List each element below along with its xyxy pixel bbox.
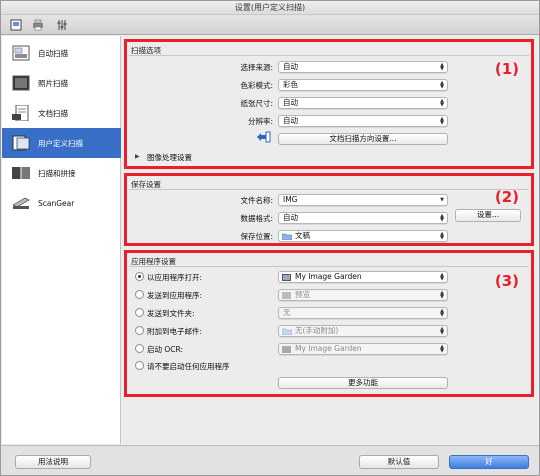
window-title: 设置(用户定义扫描) — [1, 1, 539, 15]
sidebar-item-label: 文档扫描 — [38, 108, 68, 118]
printer-icon[interactable] — [29, 18, 47, 32]
folder-icon — [281, 328, 293, 338]
send-to-folder-label: 发送到文件夹: — [147, 309, 195, 318]
format-settings-button[interactable]: 设置... — [455, 209, 521, 222]
data-format-label: 数据格式: — [240, 214, 273, 223]
paper-size-select[interactable]: 自动 ▲ ▼ — [278, 97, 448, 109]
scan-stitch-icon — [10, 164, 32, 182]
send-to-app-label: 发送到应用程序: — [147, 291, 203, 300]
sidebar-item-scan-stitch[interactable]: 扫描和拼接 — [2, 158, 121, 188]
more-functions-button[interactable]: 更多功能 — [278, 377, 448, 389]
save-settings-group: 保存设置 (2) 文件名称: IMG ▼ 数据格式: 自动 ▲ ▼ 设置... 保存位… — [124, 173, 534, 246]
divider — [129, 266, 529, 267]
radio-send-to-app[interactable] — [135, 290, 144, 299]
data-format-select[interactable]: 自动 ▲ ▼ — [278, 212, 448, 224]
divider — [129, 55, 529, 56]
preview-app-icon — [282, 292, 291, 302]
start-ocr-label: 启动 OCR: — [147, 345, 184, 354]
sidebar-item-label: 自动扫描 — [38, 48, 68, 58]
sidebar-item-label: ScanGear — [38, 198, 75, 208]
filename-label: 文件名称: — [240, 196, 273, 205]
color-mode-select[interactable]: 彩色 ▲ ▼ — [278, 79, 448, 91]
radio-open-with-app[interactable] — [135, 272, 144, 281]
save-location-label: 保存位置: — [240, 232, 273, 241]
app-icon — [282, 274, 291, 284]
paper-size-label: 纸张尺寸: — [240, 99, 273, 108]
section-marker-1: (1) — [494, 60, 519, 78]
main-panel: 扫描选项 (1) 选择来源: 自动 ▲ ▼ 色彩模式: 彩色 ▲ ▼ 纸张尺寸: 自动 ▲… — [122, 36, 539, 444]
sidebar-item-auto-scan[interactable]: 自动扫描 — [2, 38, 121, 68]
scan-settings-icon[interactable] — [7, 18, 25, 32]
resolution-select[interactable]: 自动 ▲ ▼ — [278, 115, 448, 127]
start-ocr-select[interactable]: My Image Garden ▲ ▼ — [278, 343, 448, 355]
open-with-app-select[interactable]: My Image Garden ▲ ▼ — [278, 271, 448, 283]
color-mode-label: 色彩模式: — [240, 81, 273, 90]
radio-no-app[interactable] — [135, 361, 144, 370]
send-to-folder-select[interactable]: 无 ▲ ▼ — [278, 307, 448, 319]
divider — [129, 189, 529, 190]
attach-email-select[interactable]: 无(手动附加) ▲ ▼ — [278, 325, 448, 337]
ok-button[interactable]: 好 — [449, 455, 529, 469]
section-marker-2: (2) — [494, 188, 519, 206]
source-select[interactable]: 自动 ▲ ▼ — [278, 61, 448, 73]
app-settings-group: 应用程序设置 (3) 以应用程序打开: My Image Garden ▲ ▼ 发送… — [124, 250, 534, 397]
auto-scan-icon — [10, 44, 32, 62]
disclosure-triangle-icon[interactable]: ▶ — [135, 153, 140, 160]
filename-combo[interactable]: IMG ▼ — [278, 194, 448, 206]
open-with-app-label: 以应用程序打开: — [147, 273, 203, 282]
radio-send-to-folder[interactable] — [135, 308, 144, 317]
scangear-icon — [10, 194, 32, 212]
radio-start-ocr[interactable] — [135, 344, 144, 353]
attach-email-label: 附加到电子邮件: — [147, 327, 203, 336]
radio-attach-email[interactable] — [135, 326, 144, 335]
scan-options-group: 扫描选项 (1) 选择来源: 自动 ▲ ▼ 色彩模式: 彩色 ▲ ▼ 纸张尺寸: 自动 ▲… — [124, 39, 534, 169]
general-settings-icon[interactable] — [53, 18, 71, 32]
custom-scan-icon — [10, 134, 32, 152]
photo-scan-icon — [10, 74, 32, 92]
save-location-select[interactable]: 文稿 ▲ ▼ — [278, 230, 448, 242]
sidebar-item-document-scan[interactable]: 文档扫描 — [2, 98, 121, 128]
orientation-icon — [255, 131, 271, 145]
no-app-label: 请不要启动任何应用程序 — [147, 362, 230, 371]
sidebar-item-custom-scan[interactable]: 用户定义扫描 — [2, 128, 121, 158]
sidebar-item-label: 用户定义扫描 — [38, 138, 83, 148]
defaults-button[interactable]: 默认值 — [359, 455, 439, 469]
resolution-label: 分辨率: — [247, 117, 273, 126]
sidebar-item-label: 照片扫描 — [38, 78, 68, 88]
sidebar-item-photo-scan[interactable]: 照片扫描 — [2, 68, 121, 98]
orientation-settings-button[interactable]: 文档扫描方向设置... — [278, 133, 448, 145]
section-marker-3: (3) — [494, 272, 519, 290]
help-button[interactable]: 用法说明 — [15, 455, 91, 469]
sidebar-item-scangear[interactable]: ScanGear — [2, 188, 121, 218]
image-processing-toggle[interactable]: 图像处理设置 — [147, 152, 192, 163]
bottom-bar: 用法说明 默认值 好 — [1, 445, 539, 475]
sidebar-item-label: 扫描和拼接 — [38, 168, 76, 178]
settings-window: 设置(用户定义扫描) 自动扫描 照片扫描 文档扫描 用户定义扫描 扫描和拼接 S… — [0, 0, 540, 476]
app-icon — [282, 346, 291, 356]
sidebar: 自动扫描 照片扫描 文档扫描 用户定义扫描 扫描和拼接 ScanGear — [2, 36, 121, 444]
document-scan-icon — [10, 104, 32, 122]
source-label: 选择来源: — [240, 63, 273, 72]
toolbar — [1, 15, 539, 35]
folder-icon — [281, 233, 293, 243]
send-to-app-select[interactable]: 预览 ▲ ▼ — [278, 289, 448, 301]
